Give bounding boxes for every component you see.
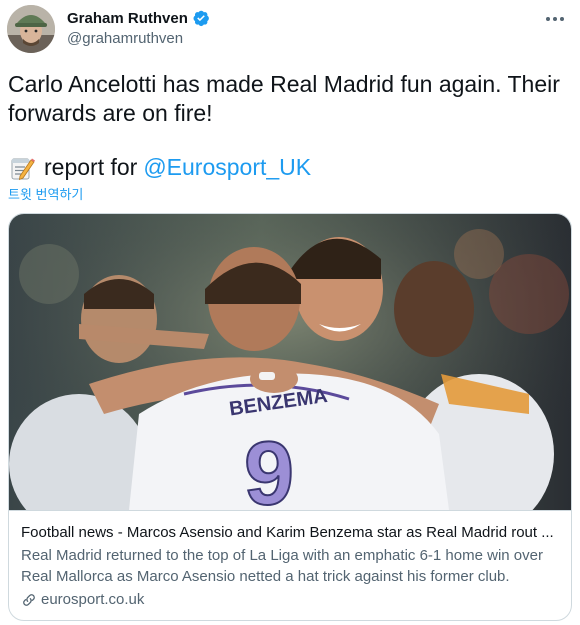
author-info: Graham Ruthven @grahamruthven: [67, 8, 210, 47]
verified-badge-icon: [192, 9, 210, 27]
avatar[interactable]: [7, 5, 55, 53]
more-options-icon[interactable]: [540, 6, 570, 32]
card-title[interactable]: Football news - Marcos Asensio and Karim…: [21, 523, 559, 542]
tweet: Graham Ruthven @grahamruthven Carlo Ance…: [0, 0, 580, 625]
card-description: Real Madrid returned to the top of La Li…: [21, 547, 543, 585]
link-card[interactable]: BENZEMA 9 Football news - Marcos Asensio…: [8, 213, 572, 621]
card-image[interactable]: BENZEMA 9: [9, 214, 571, 510]
tweet-text: Carlo Ancelotti has made Real Madrid fun…: [8, 71, 560, 126]
svg-text:9: 9: [244, 424, 294, 510]
report-text: report for: [44, 154, 138, 180]
translate-tweet-link[interactable]: 트윗 번역하기: [8, 184, 83, 203]
author-name[interactable]: Graham Ruthven: [67, 10, 188, 27]
author-handle[interactable]: @grahamruthven: [67, 30, 210, 47]
avatar-image: [7, 5, 55, 53]
author-name-row: Graham Ruthven: [67, 8, 210, 28]
tweet-report-line: report for @Eurosport_UK: [8, 153, 568, 182]
mention-link[interactable]: @Eurosport_UK: [143, 153, 311, 182]
memo-icon: [8, 154, 36, 182]
card-domain[interactable]: eurosport.co.uk: [41, 591, 144, 608]
card-domain-row: eurosport.co.uk: [21, 591, 559, 608]
card-meta: Football news - Marcos Asensio and Karim…: [9, 510, 571, 620]
link-icon: [21, 592, 37, 608]
